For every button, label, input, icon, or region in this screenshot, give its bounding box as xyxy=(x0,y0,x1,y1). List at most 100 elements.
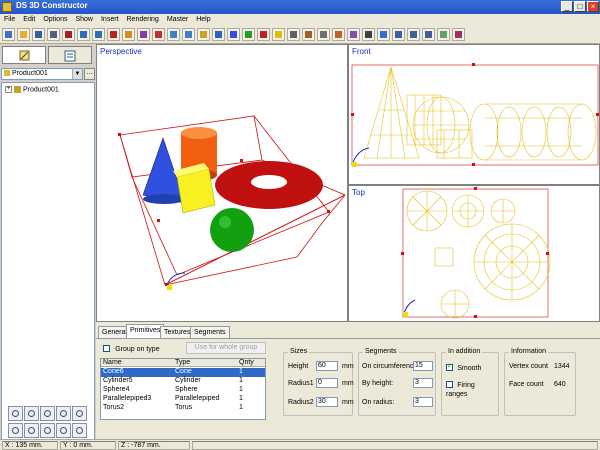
sphere-button[interactable] xyxy=(242,28,255,41)
firing-ranges-check-icon[interactable] xyxy=(446,381,453,389)
sphere-object[interactable] xyxy=(210,208,254,252)
expand-icon[interactable]: + xyxy=(5,86,12,93)
rotate-button[interactable] xyxy=(8,423,23,438)
export-icon xyxy=(185,31,192,38)
tab-primitives[interactable]: Primitives xyxy=(126,324,165,338)
menu-insert[interactable]: Insert xyxy=(97,14,123,26)
column-qnty[interactable]: Qnty xyxy=(239,359,254,367)
maximize-button[interactable]: □ xyxy=(574,1,586,12)
zoom-previous-button[interactable] xyxy=(72,423,87,438)
group-button[interactable] xyxy=(122,28,135,41)
layout-4-button[interactable] xyxy=(422,28,435,41)
product-combo[interactable]: Product001 ▼ xyxy=(1,68,83,80)
tab-segments[interactable]: Segments xyxy=(190,326,230,338)
zoom-selected-button[interactable] xyxy=(56,423,71,438)
delete-button[interactable] xyxy=(107,28,120,41)
menu-master[interactable]: Master xyxy=(163,14,192,26)
on-radius-input[interactable]: 3 xyxy=(413,397,433,407)
properties-icon xyxy=(64,50,76,62)
ungroup-button[interactable] xyxy=(137,28,150,41)
camera-icon xyxy=(290,31,297,38)
undo-button[interactable] xyxy=(32,28,45,41)
import-button[interactable] xyxy=(167,28,180,41)
radius1-label: Radius1 xyxy=(288,380,314,387)
product-browse-button[interactable]: ... xyxy=(84,68,95,80)
bbox-handles[interactable] xyxy=(118,133,330,286)
height-input[interactable]: 60 xyxy=(316,361,338,371)
menu-show[interactable]: Show xyxy=(71,14,97,26)
zoom-in-button[interactable] xyxy=(56,406,71,421)
layout-1-button[interactable] xyxy=(392,28,405,41)
checkbox-box[interactable] xyxy=(103,345,110,353)
primitives-table[interactable]: Name Type Qnty Cone6 Cone 1 Cylinder5 Cylind… xyxy=(100,358,266,420)
torus-icon xyxy=(260,31,267,38)
redo-button[interactable] xyxy=(47,28,60,41)
zoom-all-button[interactable] xyxy=(40,423,55,438)
cone-icon xyxy=(230,31,237,38)
light-button[interactable] xyxy=(272,28,285,41)
menu-rendering[interactable]: Rendering xyxy=(123,14,163,26)
export-button[interactable] xyxy=(182,28,195,41)
circumference-input[interactable]: 15 xyxy=(413,361,433,371)
chevron-down-icon[interactable]: ▼ xyxy=(72,69,82,79)
torus-button[interactable] xyxy=(257,28,270,41)
viewport-perspective[interactable]: Perspective xyxy=(96,44,348,322)
paste-button[interactable] xyxy=(92,28,105,41)
smooth-checkbox[interactable]: Smooth xyxy=(446,362,481,372)
by-height-input[interactable]: 3 xyxy=(413,378,433,388)
table-row[interactable]: Sphere4 Sphere 1 xyxy=(101,386,265,395)
wireframe-button[interactable] xyxy=(362,28,375,41)
box-button[interactable] xyxy=(197,28,210,41)
tab-tree[interactable] xyxy=(2,46,46,64)
calc-button[interactable] xyxy=(437,28,450,41)
viewport-top[interactable]: Top xyxy=(348,185,600,322)
table-row[interactable]: Torus2 Torus 1 xyxy=(101,404,265,413)
close-button[interactable]: × xyxy=(587,1,599,12)
open-button[interactable] xyxy=(17,28,30,41)
radius1-input[interactable]: 0 xyxy=(316,378,338,388)
zoom-out-button[interactable] xyxy=(72,406,87,421)
cut-button[interactable] xyxy=(62,28,75,41)
grid-button[interactable] xyxy=(317,28,330,41)
open-icon xyxy=(20,31,27,38)
product-tree[interactable]: + Product001 xyxy=(1,82,95,444)
report-button[interactable] xyxy=(452,28,465,41)
render-button[interactable] xyxy=(152,28,165,41)
cell-qnty: 1 xyxy=(239,395,243,402)
measure-button[interactable] xyxy=(302,28,315,41)
group-on-type-checkbox[interactable]: Group on type xyxy=(103,344,160,353)
use-for-whole-group-button[interactable]: Use for whole group xyxy=(186,342,266,354)
zoom-extents-button[interactable] xyxy=(40,406,55,421)
firing-ranges-checkbox[interactable]: Firing ranges xyxy=(446,380,498,398)
menu-options[interactable]: Options xyxy=(39,14,71,26)
zoom-window-button[interactable] xyxy=(8,406,23,421)
tree-item-product001[interactable]: + Product001 xyxy=(5,86,59,93)
cylinder-button[interactable] xyxy=(212,28,225,41)
table-row[interactable]: Cone6 Cone 1 xyxy=(101,368,265,377)
box-object[interactable] xyxy=(176,168,216,214)
table-row[interactable]: Cylinder5 Cylinder 1 xyxy=(101,377,265,386)
column-type[interactable]: Type xyxy=(175,359,190,367)
menu-file[interactable]: File xyxy=(0,14,19,26)
menu-edit[interactable]: Edit xyxy=(19,14,39,26)
sphere-icon xyxy=(245,31,252,38)
camera-button[interactable] xyxy=(287,28,300,41)
shade-button[interactable] xyxy=(377,28,390,41)
minimize-button[interactable]: _ xyxy=(561,1,573,12)
new-button[interactable] xyxy=(2,28,15,41)
texture-button[interactable] xyxy=(332,28,345,41)
pan-button[interactable] xyxy=(24,406,39,421)
menu-help[interactable]: Help xyxy=(192,14,214,26)
radius2-input[interactable]: 30 xyxy=(316,397,338,407)
viewport-front[interactable]: Front xyxy=(348,44,600,185)
column-name[interactable]: Name xyxy=(103,359,122,367)
copy-button[interactable] xyxy=(77,28,90,41)
tab-properties[interactable] xyxy=(48,46,92,64)
smooth-check-icon[interactable] xyxy=(446,362,453,372)
layout-2-button[interactable] xyxy=(407,28,420,41)
material-button[interactable] xyxy=(347,28,360,41)
vertex-count-label: Vertex count xyxy=(509,363,548,370)
cone-button[interactable] xyxy=(227,28,240,41)
table-row[interactable]: Parallelepiped3 Parallelepiped 1 xyxy=(101,395,265,404)
orbit-button[interactable] xyxy=(24,423,39,438)
